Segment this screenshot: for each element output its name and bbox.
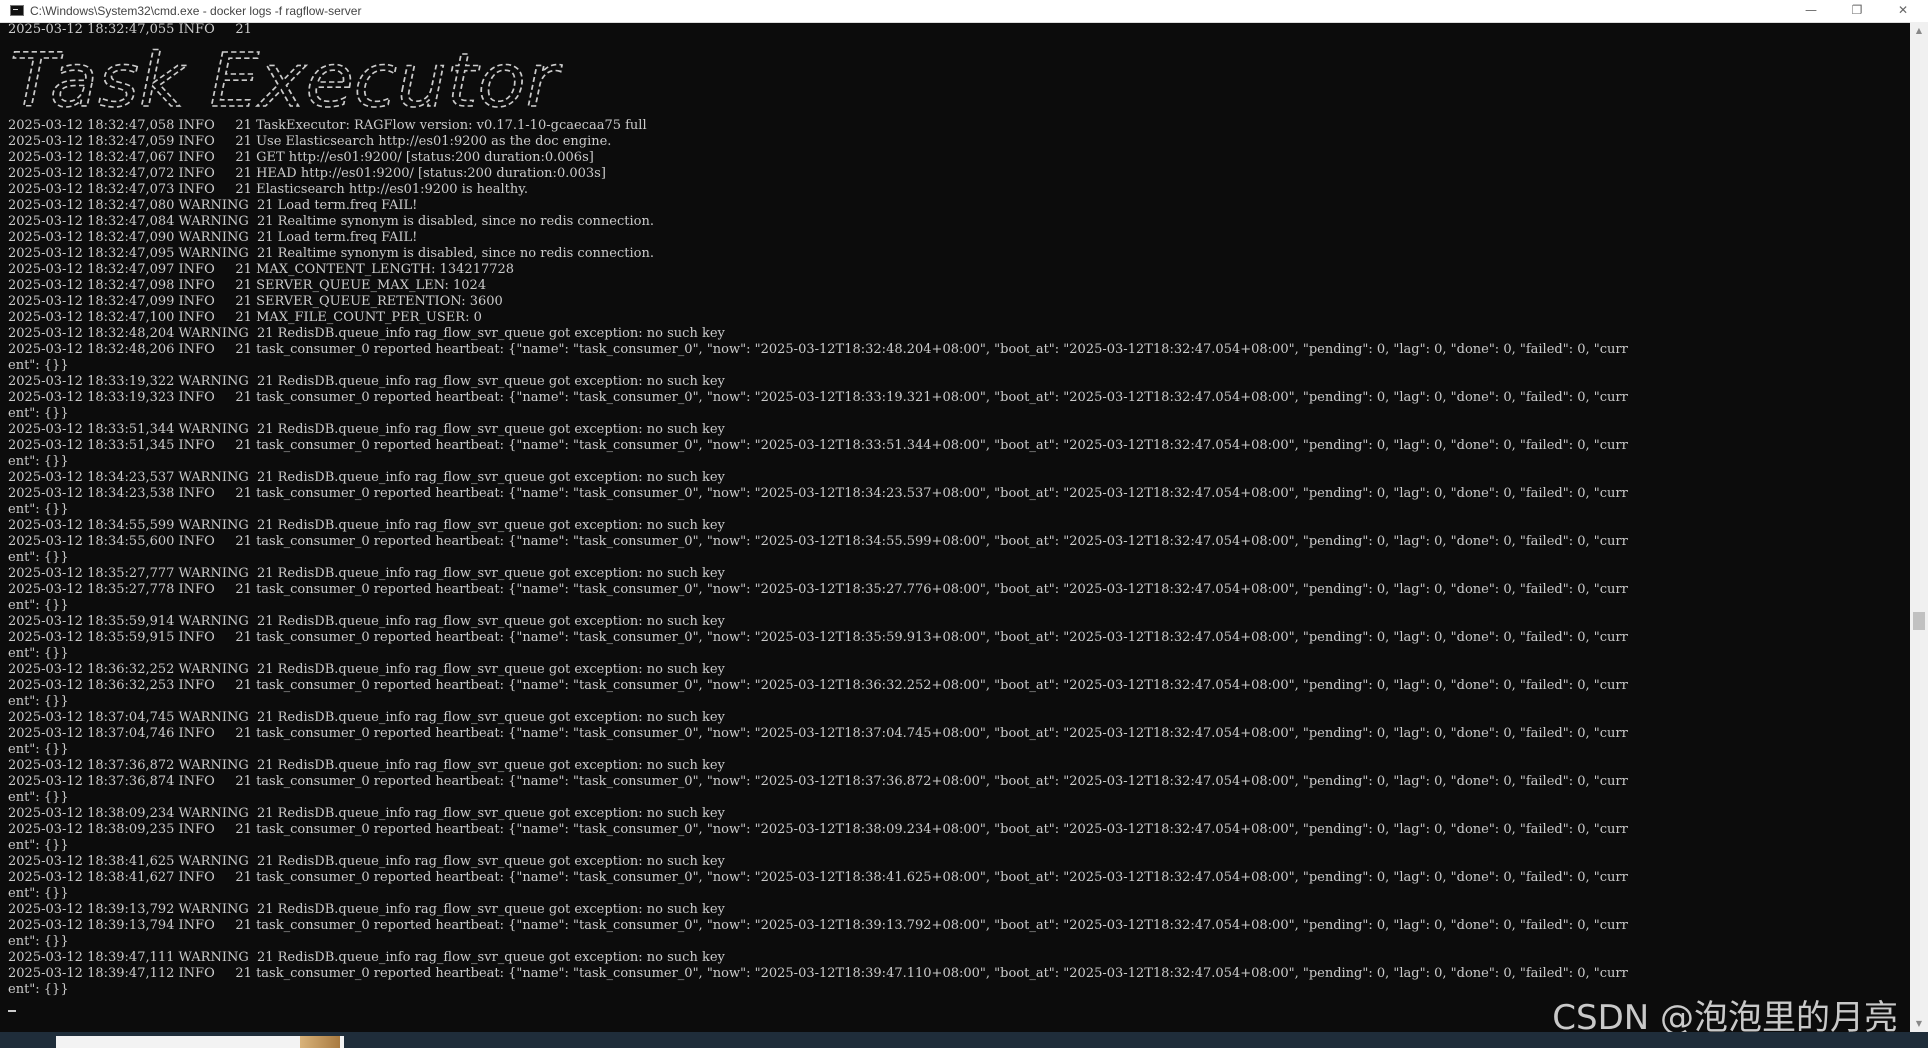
vertical-scrollbar[interactable]: ▲ ▼ bbox=[1910, 22, 1928, 1032]
log-line: ent": {}} bbox=[8, 454, 69, 469]
log-line: 2025-03-12 18:38:41,627 INFO 21 task_con… bbox=[8, 870, 1628, 885]
log-line: 2025-03-12 18:34:23,538 INFO 21 task_con… bbox=[8, 486, 1628, 501]
log-line: 2025-03-12 18:32:47,073 INFO 21 Elastics… bbox=[8, 182, 528, 197]
log-line: 2025-03-12 18:33:51,344 WARNING 21 Redis… bbox=[8, 422, 725, 437]
ascii-banner: Task Executor bbox=[8, 38, 1908, 118]
log-line: ent": {}} bbox=[8, 358, 69, 373]
log-line: ent": {}} bbox=[8, 550, 69, 565]
log-line: 2025-03-12 18:37:04,746 INFO 21 task_con… bbox=[8, 726, 1628, 741]
log-line: 2025-03-12 18:32:48,204 WARNING 21 Redis… bbox=[8, 326, 725, 341]
scroll-up-icon[interactable]: ▲ bbox=[1910, 22, 1928, 39]
log-line: 2025-03-12 18:37:36,872 WARNING 21 Redis… bbox=[8, 758, 725, 773]
log-line: 2025-03-12 18:33:19,322 WARNING 21 Redis… bbox=[8, 374, 725, 389]
taskbar bbox=[0, 1032, 1928, 1048]
log-line: 2025-03-12 18:32:47,098 INFO 21 SERVER_Q… bbox=[8, 278, 487, 293]
minimize-button[interactable]: — bbox=[1788, 0, 1834, 22]
log-line: 2025-03-12 18:32:47,097 INFO 21 MAX_CONT… bbox=[8, 262, 515, 277]
log-line: 2025-03-12 18:32:47,090 WARNING 21 Load … bbox=[8, 230, 418, 245]
log-line: 2025-03-12 18:35:27,777 WARNING 21 Redis… bbox=[8, 566, 725, 581]
close-button[interactable]: ✕ bbox=[1880, 0, 1926, 22]
log-line: 2025-03-12 18:37:04,745 WARNING 21 Redis… bbox=[8, 710, 725, 725]
log-line: 2025-03-12 18:35:59,915 INFO 21 task_con… bbox=[8, 630, 1628, 645]
log-line: ent": {}} bbox=[8, 406, 69, 421]
log-line: ent": {}} bbox=[8, 502, 69, 517]
log-line: 2025-03-12 18:32:47,084 WARNING 21 Realt… bbox=[8, 214, 654, 229]
log-line: 2025-03-12 18:32:47,058 INFO 21 TaskExec… bbox=[8, 118, 647, 133]
scroll-down-icon[interactable]: ▼ bbox=[1910, 1015, 1928, 1032]
log-line: 2025-03-12 18:38:41,625 WARNING 21 Redis… bbox=[8, 854, 725, 869]
cmd-app-icon bbox=[10, 5, 24, 16]
log-line: 2025-03-12 18:39:47,111 WARNING 21 Redis… bbox=[8, 950, 725, 965]
restore-button[interactable]: ❐ bbox=[1834, 0, 1880, 22]
console-output[interactable]: 2025-03-12 18:32:47,055 INFO 21 Task Exe… bbox=[8, 22, 1908, 1032]
log-line: 2025-03-12 18:38:09,235 INFO 21 task_con… bbox=[8, 822, 1628, 837]
banner-text: Task Executor bbox=[10, 40, 563, 118]
log-lines: 2025-03-12 18:32:47,058 INFO 21 TaskExec… bbox=[8, 118, 1908, 998]
log-line: 2025-03-12 18:32:47,072 INFO 21 HEAD htt… bbox=[8, 166, 606, 181]
log-line: ent": {}} bbox=[8, 790, 69, 805]
log-line: 2025-03-12 18:33:19,323 INFO 21 task_con… bbox=[8, 390, 1628, 405]
log-line: ent": {}} bbox=[8, 646, 69, 661]
log-line: ent": {}} bbox=[8, 934, 69, 949]
log-line: 2025-03-12 18:32:47,080 WARNING 21 Load … bbox=[8, 198, 418, 213]
log-line: 2025-03-12 18:34:55,599 WARNING 21 Redis… bbox=[8, 518, 725, 533]
log-line: 2025-03-12 18:34:23,537 WARNING 21 Redis… bbox=[8, 470, 725, 485]
log-line: 2025-03-12 18:35:27,778 INFO 21 task_con… bbox=[8, 582, 1628, 597]
log-line: 2025-03-12 18:32:47,067 INFO 21 GET http… bbox=[8, 150, 594, 165]
log-line: 2025-03-12 18:37:36,874 INFO 21 task_con… bbox=[8, 774, 1628, 789]
log-line: 2025-03-12 18:33:51,345 INFO 21 task_con… bbox=[8, 438, 1628, 453]
log-line: ent": {}} bbox=[8, 886, 69, 901]
log-line: 2025-03-12 18:32:47,100 INFO 21 MAX_FILE… bbox=[8, 310, 482, 325]
console-line: 2025-03-12 18:32:47,055 INFO 21 bbox=[8, 22, 252, 37]
log-line: ent": {}} bbox=[8, 694, 69, 709]
log-line: 2025-03-12 18:39:13,792 WARNING 21 Redis… bbox=[8, 902, 725, 917]
log-line: 2025-03-12 18:32:47,059 INFO 21 Use Elas… bbox=[8, 134, 612, 149]
scroll-thumb[interactable] bbox=[1913, 612, 1925, 630]
log-line: ent": {}} bbox=[8, 742, 69, 757]
text-cursor bbox=[8, 1010, 16, 1012]
log-line: 2025-03-12 18:36:32,253 INFO 21 task_con… bbox=[8, 678, 1628, 693]
log-line: 2025-03-12 18:34:55,600 INFO 21 task_con… bbox=[8, 534, 1628, 549]
log-line: 2025-03-12 18:36:32,252 WARNING 21 Redis… bbox=[8, 662, 725, 677]
log-line: 2025-03-12 18:39:47,112 INFO 21 task_con… bbox=[8, 966, 1628, 981]
log-line: 2025-03-12 18:32:48,206 INFO 21 task_con… bbox=[8, 342, 1628, 357]
log-line: ent": {}} bbox=[8, 838, 69, 853]
title-bar[interactable]: C:\Windows\System32\cmd.exe - docker log… bbox=[0, 0, 1928, 23]
log-line: 2025-03-12 18:38:09,234 WARNING 21 Redis… bbox=[8, 806, 725, 821]
window-title: C:\Windows\System32\cmd.exe - docker log… bbox=[30, 4, 362, 18]
log-line: 2025-03-12 18:35:59,914 WARNING 21 Redis… bbox=[8, 614, 725, 629]
log-line: 2025-03-12 18:32:47,099 INFO 21 SERVER_Q… bbox=[8, 294, 503, 309]
log-line: 2025-03-12 18:39:13,794 INFO 21 task_con… bbox=[8, 918, 1628, 933]
taskbar-app-thumbnail[interactable] bbox=[56, 1036, 344, 1048]
log-line: 2025-03-12 18:32:47,095 WARNING 21 Realt… bbox=[8, 246, 654, 261]
task-executor-banner: Task Executor bbox=[10, 40, 564, 118]
cmd-window: C:\Windows\System32\cmd.exe - docker log… bbox=[0, 0, 1928, 1048]
log-line: ent": {}} bbox=[8, 598, 69, 613]
